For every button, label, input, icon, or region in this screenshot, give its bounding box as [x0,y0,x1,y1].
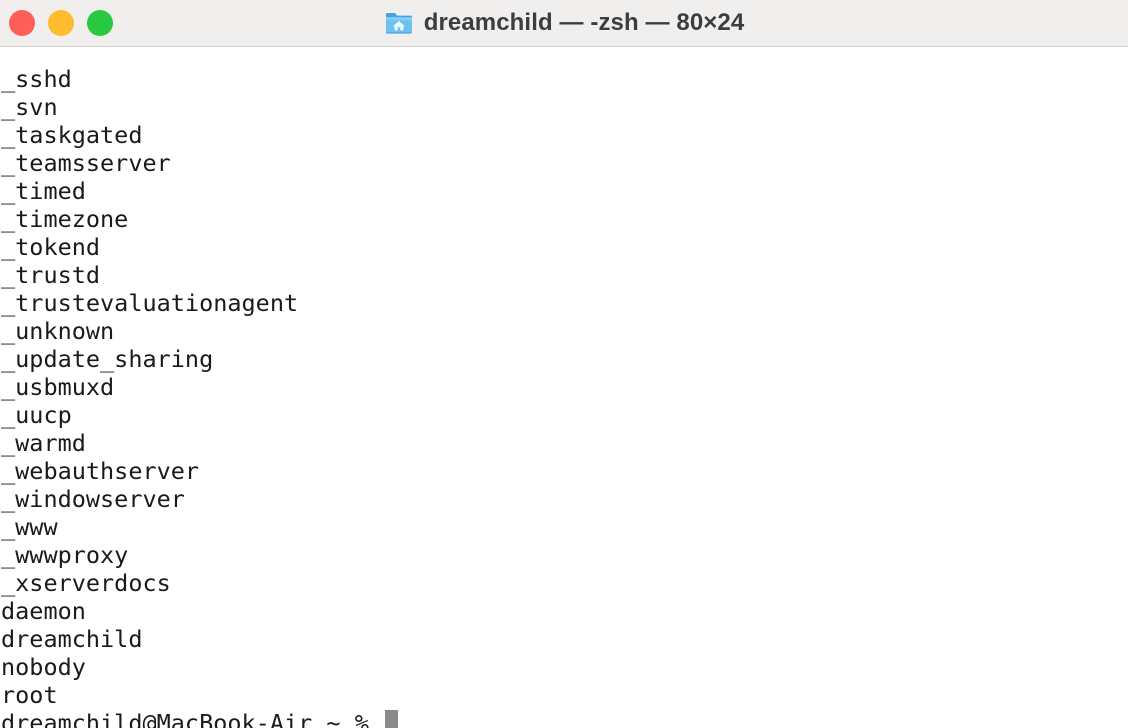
home-folder-icon [384,8,414,38]
terminal-body[interactable]: _sshd _svn _taskgated _teamsserver _timed _ti… [0,47,1128,728]
minimize-button[interactable] [48,10,74,36]
terminal-line: _www [1,513,58,541]
terminal-line: _uucp [1,401,72,429]
terminal-line: _warmd [1,429,86,457]
terminal-line: root [1,681,58,709]
terminal-prompt-line[interactable]: dreamchild@MacBook-Air ~ % [1,709,1128,728]
terminal-line: _taskgated [1,121,143,149]
terminal-line: _trustd [1,261,101,289]
window-title-group: dreamchild — -zsh — 80×24 [384,8,745,38]
terminal-line: _unknown [1,317,115,345]
terminal-line: _webauthserver [1,457,200,485]
window-title: dreamchild — -zsh — 80×24 [423,9,745,36]
terminal-line: _trustevaluationagent [1,289,299,317]
terminal-line: daemon [1,597,86,625]
terminal-output: _sshd _svn _taskgated _teamsserver _timed _ti… [0,65,1128,728]
terminal-line: nobody [1,653,86,681]
terminal-line: _update_sharing [1,345,214,373]
terminal-line: _sshd [1,65,72,93]
terminal-line: _wwwproxy [1,541,129,569]
shell-prompt: dreamchild@MacBook-Air ~ % [1,709,384,728]
terminal-line: _usbmuxd [1,373,115,401]
terminal-line: _tokend [1,233,101,261]
terminal-line: _timed [1,177,86,205]
terminal-line: _xserverdocs [1,569,171,597]
text-cursor [385,710,399,728]
window-titlebar: dreamchild — -zsh — 80×24 [0,0,1128,47]
terminal-line: dreamchild [1,625,143,653]
terminal-line: _svn [1,93,58,121]
terminal-line: _timezone [1,205,129,233]
window-controls [9,0,113,46]
close-button[interactable] [9,10,35,36]
terminal-line: _windowserver [1,485,185,513]
terminal-window: dreamchild — -zsh — 80×24 _sshd _svn _task… [0,0,1128,728]
terminal-line: _teamsserver [1,149,171,177]
zoom-button[interactable] [87,10,113,36]
